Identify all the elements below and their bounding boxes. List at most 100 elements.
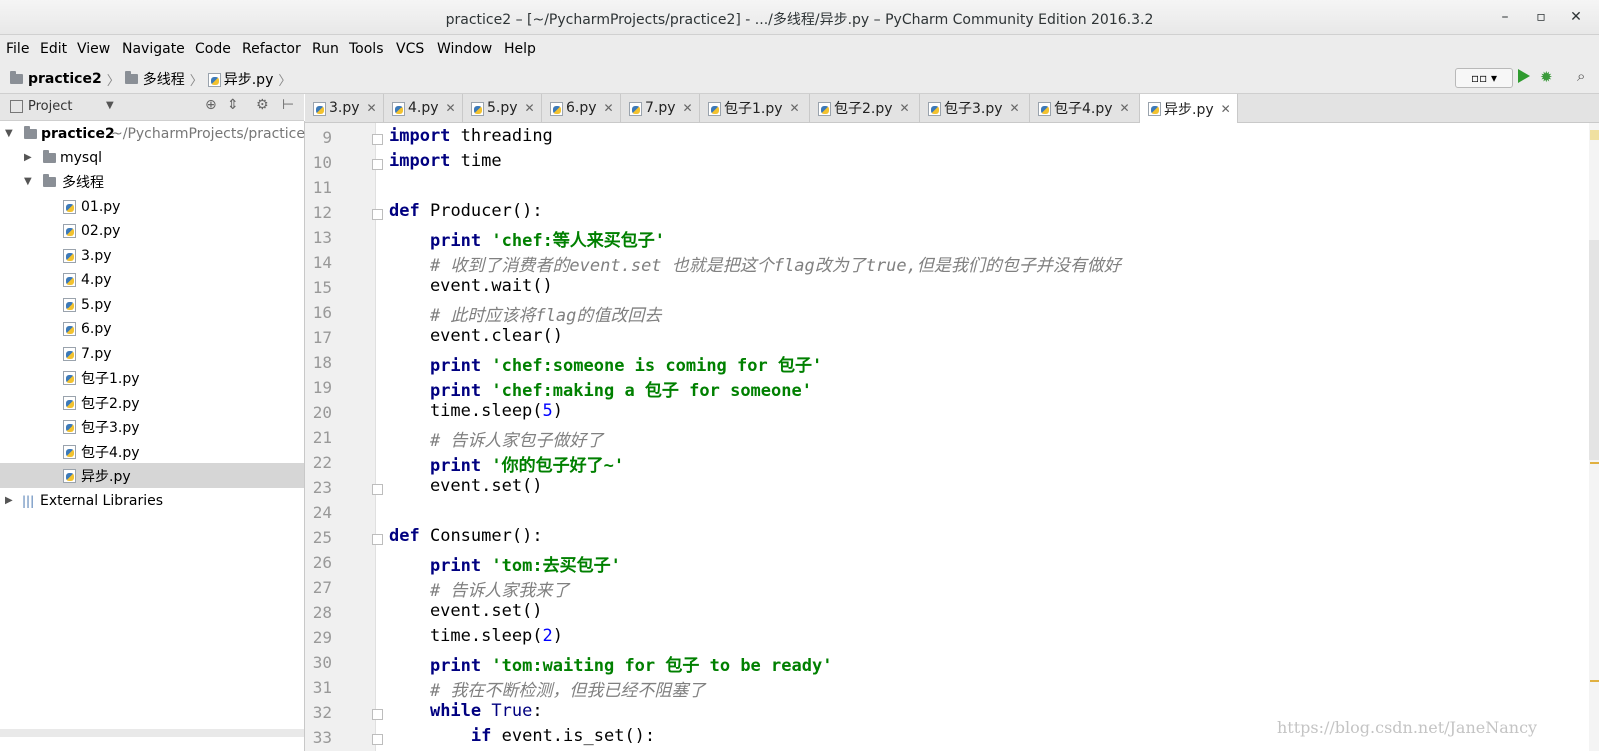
breadcrumb-folder[interactable]: 多线程 — [143, 69, 185, 89]
minimize-button[interactable]: – — [1494, 6, 1516, 28]
menu-vcs[interactable]: VCS — [396, 41, 424, 57]
menu-run[interactable]: Run — [312, 41, 339, 57]
code-line[interactable]: print 'tom:去买包子' — [389, 551, 621, 576]
tab-5py[interactable]: 5.py ✕ — [463, 94, 542, 122]
tree-item-file[interactable]: 6.py — [0, 316, 304, 341]
collapsed-arrow-icon[interactable]: ▶ — [24, 152, 32, 163]
code-line[interactable]: def Producer(): — [389, 201, 543, 221]
menu-tools[interactable]: Tools — [349, 41, 384, 57]
tab-3py[interactable]: 3.py ✕ — [305, 94, 384, 122]
close-tab-icon[interactable]: ✕ — [1120, 101, 1130, 115]
close-window-button[interactable]: ✕ — [1565, 6, 1587, 28]
code-line[interactable]: event.set() — [389, 476, 543, 496]
code-line[interactable]: import threading — [389, 126, 553, 146]
menu-file[interactable]: File — [6, 41, 29, 57]
code-line[interactable]: import time — [389, 151, 502, 171]
code-line[interactable]: # 此时应该将flag的值改回去 — [389, 301, 661, 326]
close-tab-icon[interactable]: ✕ — [604, 101, 614, 115]
maximize-button[interactable]: ▫ — [1530, 6, 1552, 28]
menu-code[interactable]: Code — [195, 41, 231, 57]
tree-item-file[interactable]: 3.py — [0, 243, 304, 268]
gear-icon[interactable]: ⚙ — [256, 97, 269, 113]
tree-item-file[interactable]: 01.py — [0, 194, 304, 219]
project-view-select[interactable]: Project — [28, 99, 72, 114]
fold-marker-icon[interactable] — [372, 709, 383, 720]
menu-help[interactable]: Help — [504, 41, 536, 57]
tree-item-file[interactable]: 包子3.py — [0, 414, 304, 439]
fold-marker-icon[interactable] — [372, 134, 383, 145]
stripe-marker[interactable] — [1590, 680, 1599, 682]
close-tab-icon[interactable]: ✕ — [1221, 102, 1231, 116]
menu-window[interactable]: Window — [437, 41, 492, 57]
code-line[interactable]: print 'chef:等人来买包子' — [389, 226, 665, 251]
tree-item-mysql[interactable]: ▶ mysql — [0, 145, 304, 170]
code-line[interactable]: if event.is_set(): — [389, 726, 655, 746]
expanded-arrow-icon[interactable]: ▼ — [5, 128, 13, 139]
close-tab-icon[interactable]: ✕ — [446, 101, 456, 115]
close-tab-icon[interactable]: ✕ — [900, 101, 910, 115]
tree-root[interactable]: ▼ practice2 ~/PycharmProjects/practice2 — [0, 121, 314, 146]
locate-icon[interactable]: ⊕ — [205, 97, 217, 113]
stripe-marker[interactable] — [1590, 462, 1599, 464]
breadcrumb-file[interactable]: 异步.py — [224, 69, 274, 89]
fold-marker-icon[interactable] — [372, 159, 383, 170]
tree-item-external-libraries[interactable]: ▶ ||| External Libraries — [0, 488, 304, 513]
run-icon[interactable] — [1518, 69, 1530, 83]
tree-item-file-selected[interactable]: 异步.py — [0, 463, 304, 488]
close-tab-icon[interactable]: ✕ — [1010, 101, 1020, 115]
code-line[interactable]: event.set() — [389, 601, 543, 621]
chevron-down-icon[interactable]: ▼ — [106, 100, 114, 111]
code-line[interactable]: event.wait() — [389, 276, 553, 296]
tab-baozi4[interactable]: 包子4.py ✕ — [1030, 94, 1140, 122]
breadcrumb-project[interactable]: practice2 — [28, 71, 102, 87]
close-tab-icon[interactable]: ✕ — [367, 101, 377, 115]
menu-navigate[interactable]: Navigate — [122, 41, 185, 57]
search-icon[interactable]: ⌕ — [1577, 67, 1585, 85]
close-tab-icon[interactable]: ✕ — [525, 101, 535, 115]
code-line[interactable]: print 'tom:waiting for 包子 to be ready' — [389, 651, 832, 676]
tab-7py[interactable]: 7.py ✕ — [621, 94, 700, 122]
code-line[interactable]: print 'chef:someone is coming for 包子' — [389, 351, 822, 376]
fold-marker-icon[interactable] — [372, 484, 383, 495]
debug-icon[interactable]: ✹ — [1540, 68, 1553, 86]
collapsed-arrow-icon[interactable]: ▶ — [5, 495, 13, 506]
fold-marker-icon[interactable] — [372, 734, 383, 745]
code-line[interactable]: def Consumer(): — [389, 526, 543, 546]
tree-item-file[interactable]: 5.py — [0, 292, 304, 317]
code-line[interactable]: # 告诉人家包子做好了 — [389, 426, 603, 451]
close-tab-icon[interactable]: ✕ — [683, 101, 693, 115]
menu-view[interactable]: View — [77, 41, 110, 57]
tree-item-file[interactable]: 4.py — [0, 267, 304, 292]
vertical-scrollbar-thumb[interactable] — [1589, 240, 1599, 460]
tab-baozi1[interactable]: 包子1.py ✕ — [700, 94, 810, 122]
tab-6py[interactable]: 6.py ✕ — [542, 94, 621, 122]
tab-4py[interactable]: 4.py ✕ — [384, 94, 463, 122]
menu-refactor[interactable]: Refactor — [242, 41, 301, 57]
code-line[interactable]: # 收到了消费者的event.set 也就是把这个flag改为了true,但是我… — [389, 251, 1121, 276]
tab-yibu-active[interactable]: 异步.py ✕ — [1140, 94, 1238, 123]
stripe-marker[interactable] — [1590, 130, 1599, 140]
collapse-icon[interactable]: ⇕ — [227, 97, 239, 113]
fold-marker-icon[interactable] — [372, 209, 383, 220]
tree-item-file[interactable]: 包子4.py — [0, 439, 304, 464]
code-line[interactable]: print '你的包子好了~' — [389, 451, 624, 476]
tree-item-file[interactable]: 02.py — [0, 218, 304, 243]
code-line[interactable]: print 'chef:making a 包子 for someone' — [389, 376, 812, 401]
code-line[interactable]: while True: — [389, 701, 543, 721]
tree-item-file[interactable]: 包子2.py — [0, 390, 304, 415]
code-line[interactable]: time.sleep(5) — [389, 401, 563, 421]
tree-item-file[interactable]: 7.py — [0, 341, 304, 366]
code-line[interactable]: # 告诉人家我来了 — [389, 576, 569, 601]
code-line[interactable]: # 我在不断检测，但我已经不阻塞了 — [389, 676, 705, 701]
menu-edit[interactable]: Edit — [40, 41, 67, 57]
close-tab-icon[interactable]: ✕ — [790, 101, 800, 115]
tree-item-file[interactable]: 包子1.py — [0, 365, 304, 390]
tab-baozi2[interactable]: 包子2.py ✕ — [810, 94, 920, 122]
run-configuration-select[interactable]: ▫▫ ▾ — [1455, 68, 1513, 88]
hide-pane-icon[interactable]: ⊢ — [282, 97, 294, 113]
code-line[interactable]: time.sleep(2) — [389, 626, 563, 646]
code-line[interactable]: event.clear() — [389, 326, 563, 346]
fold-marker-icon[interactable] — [372, 534, 383, 545]
tree-item-folder[interactable]: ▼ 多线程 — [0, 169, 304, 194]
expanded-arrow-icon[interactable]: ▼ — [24, 176, 32, 187]
